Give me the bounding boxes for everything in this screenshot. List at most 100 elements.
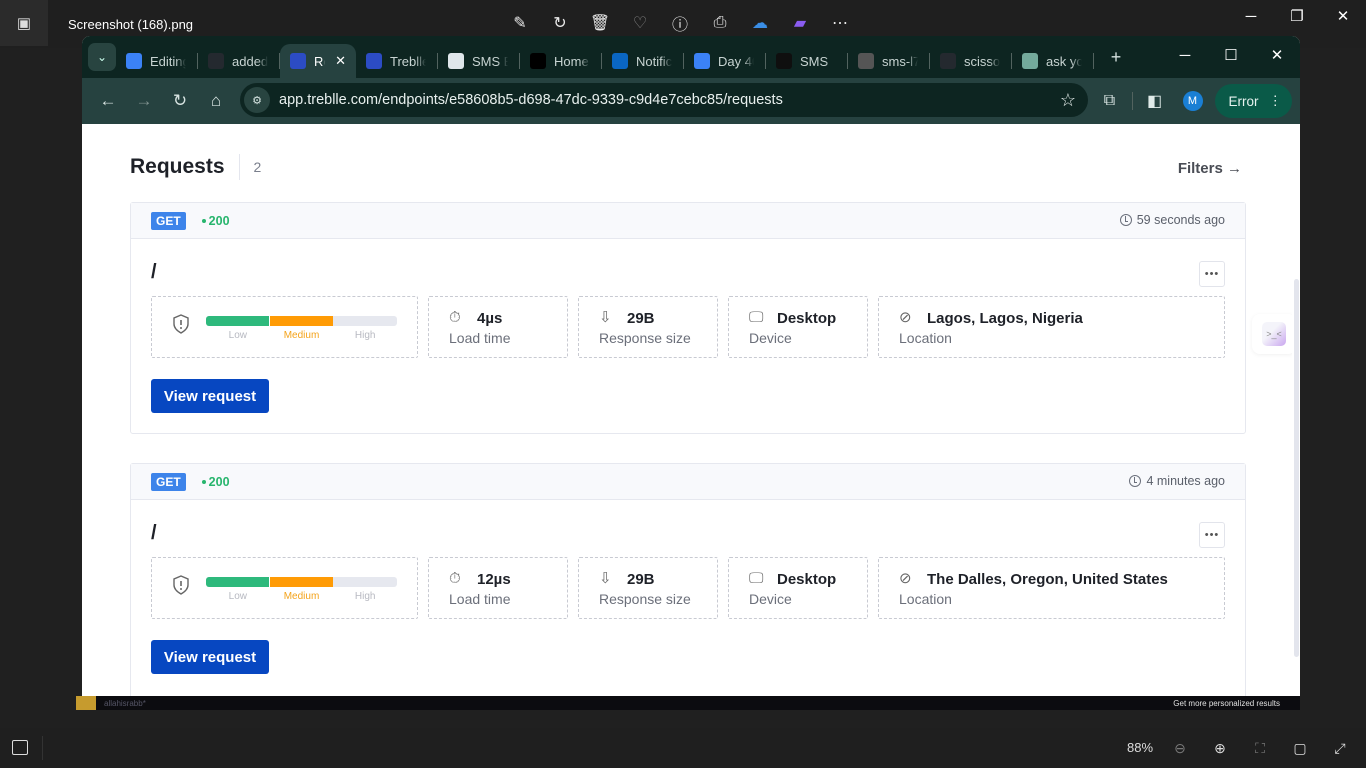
browser-error-menu[interactable]: Error ⋮ <box>1214 84 1292 118</box>
threat-segment-low <box>206 577 270 587</box>
zoom-out-icon[interactable]: ⊖ <box>1170 738 1190 758</box>
zoom-controls: ⊖ ⊕ ⛶ ▢ ⤢ <box>1170 738 1350 758</box>
request-metrics: Low Medium High ⏱ 12µs Load time ⇩ 29B Res… <box>151 557 1225 619</box>
fit-to-window-icon[interactable]: ⛶ <box>1250 738 1270 758</box>
status-code: 200 <box>201 474 230 489</box>
browser-tab[interactable]: Day 40 <box>684 44 766 78</box>
view-request-button[interactable]: View request <box>151 379 269 413</box>
address-bar[interactable]: ⚙ app.treblle.com/endpoints/e58608b5-d69… <box>240 83 1088 117</box>
browser-tab[interactable]: Home <box>520 44 602 78</box>
browser-tab[interactable]: ask yo <box>1012 44 1094 78</box>
threat-label-high: High <box>354 330 376 341</box>
browser-tab[interactable]: Requests ✕ <box>280 44 356 78</box>
threat-segment-medium <box>269 316 334 326</box>
browser-tab[interactable]: scissor <box>930 44 1012 78</box>
bookmark-star-icon[interactable]: ☆ <box>1060 90 1076 111</box>
site-info-icon[interactable]: ⚙ <box>244 87 270 113</box>
url-text[interactable]: app.treblle.com/endpoints/e58608b5-d698-… <box>279 92 783 108</box>
more-actions-button[interactable]: ••• <box>1199 261 1225 287</box>
home-button[interactable]: ⌂ <box>198 83 234 119</box>
remote-indicator <box>76 696 96 710</box>
new-tab-button[interactable]: + <box>1102 47 1130 68</box>
browser-tab[interactable]: SMS B <box>438 44 520 78</box>
compass-icon: ⊘ <box>899 309 912 326</box>
download-icon: ⇩ <box>599 570 612 587</box>
zoom-level: 88% <box>1127 740 1154 755</box>
rotate-icon[interactable]: ↻ <box>550 12 570 34</box>
request-count: 2 <box>253 159 262 175</box>
actual-size-icon[interactable]: ▢ <box>1290 738 1310 758</box>
print-icon[interactable]: ⎙ <box>710 12 730 34</box>
restore-icon[interactable]: ❐ <box>1274 0 1320 32</box>
zoom-in-icon[interactable]: ⊕ <box>1210 738 1230 758</box>
threat-level-labels: Low Medium High <box>206 591 397 602</box>
location-label: Location <box>899 330 952 346</box>
viewer-file-title: Screenshot (168).png <box>68 17 194 32</box>
info-icon[interactable]: ⓘ <box>670 12 690 34</box>
status-dot <box>201 479 206 484</box>
close-tab-icon[interactable]: ✕ <box>335 53 346 69</box>
delete-icon[interactable]: 🗑 <box>590 12 610 34</box>
device-label: Device <box>749 330 792 346</box>
browser-close-icon[interactable]: ✕ <box>1254 36 1300 74</box>
fullscreen-icon[interactable]: ⤢ <box>1330 738 1350 758</box>
shield-alert-icon <box>173 575 189 595</box>
extensions-puzzle-icon[interactable]: ⧉ <box>1094 85 1126 117</box>
threat-label-medium: Medium <box>283 591 320 602</box>
tab-label: Requests <box>314 53 325 69</box>
forward-button[interactable]: → <box>126 83 162 119</box>
clock-icon <box>1119 214 1132 226</box>
view-request-button[interactable]: View request <box>151 640 269 674</box>
stopwatch-icon: ⏱ <box>449 570 461 587</box>
time-ago-text: 59 seconds ago <box>1136 213 1225 227</box>
toolbar-divider <box>1131 92 1133 110</box>
browser-tab[interactable]: Editing <box>116 44 198 78</box>
floating-helper-widget[interactable]: >_< <box>1252 314 1296 354</box>
reload-button[interactable]: ↻ <box>162 83 198 119</box>
scrollbar-thumb[interactable] <box>1294 279 1299 657</box>
onedrive-icon[interactable]: ☁ <box>750 12 770 34</box>
bottombar-divider <box>42 736 43 760</box>
back-button[interactable]: ← <box>90 83 126 119</box>
threat-segment-medium <box>269 577 334 587</box>
stopwatch-icon: ⏱ <box>449 309 461 326</box>
globe-favicon-icon <box>858 53 874 69</box>
status-dot <box>201 218 206 223</box>
browser-tab[interactable]: sms-l7 <box>848 44 930 78</box>
status-code: 200 <box>201 213 230 228</box>
tab-label: sms-l7 <box>882 53 918 69</box>
tab-label: added <box>232 53 268 69</box>
browser-tab[interactable]: Treblle <box>356 44 438 78</box>
check-favicon-icon <box>776 53 792 69</box>
browser-minimize-icon[interactable]: ─ <box>1162 36 1208 74</box>
tab-search-button[interactable]: ⌄ <box>88 43 116 71</box>
side-panel-icon[interactable]: ◧ <box>1139 85 1171 117</box>
profile-avatar[interactable]: M <box>1182 91 1203 111</box>
filmstrip-icon[interactable] <box>12 740 28 755</box>
filters-button[interactable]: Filters → <box>1178 160 1242 177</box>
favorite-heart-icon[interactable]: ♡ <box>630 12 650 34</box>
helper-face-icon: >_< <box>1262 322 1286 346</box>
browser-tab[interactable]: Notific <box>602 44 684 78</box>
chatgpt-favicon-icon <box>1022 53 1038 69</box>
request-timestamp: 59 seconds ago <box>1119 213 1225 227</box>
download-icon: ⇩ <box>599 309 612 326</box>
edit-image-icon[interactable]: ✎ <box>510 12 530 34</box>
tab-label: Home <box>554 53 589 69</box>
tab-label: Treblle <box>390 53 426 69</box>
browser-tab[interactable]: SMS <box>766 44 848 78</box>
clipchamp-icon[interactable]: ▰ <box>790 12 810 34</box>
minimize-icon[interactable]: ─ <box>1228 0 1274 32</box>
toolbar-actions: ⧉ ◧ M Error ⋮ <box>1094 84 1292 118</box>
tab-label: SMS <box>800 53 829 69</box>
more-actions-button[interactable]: ••• <box>1199 522 1225 548</box>
request-card: GET 200 59 seconds ago / ••• Low Medium Hi… <box>130 202 1246 434</box>
status-code-text: 200 <box>208 474 230 489</box>
browser-maximize-icon[interactable]: ☐ <box>1208 36 1254 74</box>
more-options-icon[interactable]: ⋯ <box>830 12 850 34</box>
status-code-text: 200 <box>208 213 230 228</box>
browser-tab[interactable]: added <box>198 44 280 78</box>
request-card: GET 200 4 minutes ago / ••• Low Medium Hig… <box>130 463 1246 696</box>
close-icon[interactable]: ✕ <box>1320 0 1366 32</box>
page-scrollbar[interactable] <box>1292 124 1300 696</box>
